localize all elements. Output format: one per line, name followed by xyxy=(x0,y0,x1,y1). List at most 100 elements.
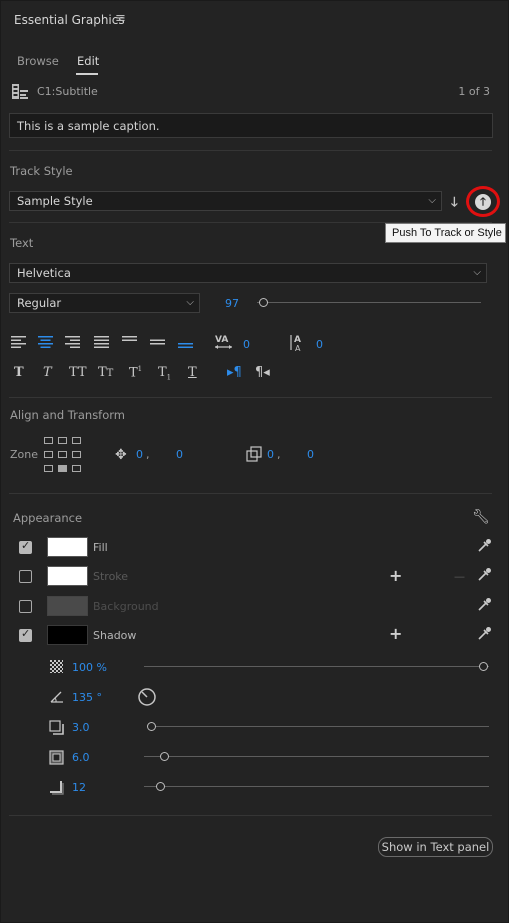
font-size-slider-knob[interactable] xyxy=(259,298,268,307)
subscript-icon[interactable]: T1 xyxy=(158,365,171,382)
angle-dial-icon[interactable] xyxy=(137,687,157,710)
fill-checkbox[interactable] xyxy=(19,539,32,554)
divider xyxy=(9,493,492,494)
tooltip: Push To Track or Style xyxy=(385,223,506,243)
zone-label: Zone xyxy=(10,448,39,461)
pull-from-style-icon[interactable]: 🡓 xyxy=(451,193,458,215)
shadow-blur-slider-knob[interactable] xyxy=(156,782,165,791)
shadow-angle-value[interactable]: 135 ° xyxy=(72,691,102,704)
eyedropper-icon[interactable] xyxy=(477,538,492,557)
shadow-blur-icon xyxy=(49,780,64,798)
tracking-icon: AA xyxy=(288,332,308,355)
scale-separator: , xyxy=(277,448,281,461)
shadow-size-slider-knob[interactable] xyxy=(160,752,169,761)
add-stroke-icon[interactable]: + xyxy=(389,566,402,585)
kerning-value[interactable]: 0 xyxy=(243,338,250,351)
align-right-icon[interactable] xyxy=(65,335,81,352)
align-top-icon[interactable] xyxy=(122,335,138,352)
zone-cell-selected[interactable] xyxy=(58,465,67,472)
font-family-select[interactable]: Helvetica ⌵ xyxy=(9,263,487,283)
align-left-icon[interactable] xyxy=(11,335,27,352)
position-x-value[interactable]: 0 xyxy=(136,448,143,461)
superscript-icon[interactable]: T1 xyxy=(129,365,142,380)
shadow-opacity-slider-knob[interactable] xyxy=(479,662,488,671)
divider xyxy=(9,397,492,398)
track-style-select[interactable]: Sample Style ⌵ xyxy=(9,191,442,211)
ltr-direction-icon[interactable]: ▸¶ xyxy=(227,365,242,380)
caption-counter: 1 of 3 xyxy=(458,85,490,98)
align-middle-icon[interactable] xyxy=(150,335,166,352)
all-caps-icon[interactable]: TT xyxy=(69,365,87,380)
tracking-value[interactable]: 0 xyxy=(316,338,323,351)
eyedropper-icon[interactable] xyxy=(477,626,492,645)
shadow-distance-slider[interactable] xyxy=(148,726,489,727)
justify-icon[interactable] xyxy=(94,335,110,352)
fill-color-swatch[interactable] xyxy=(47,537,88,557)
align-transform-heading: Align and Transform xyxy=(10,408,125,422)
shadow-opacity-value[interactable]: 100 % xyxy=(72,661,107,674)
zone-cell[interactable] xyxy=(72,465,81,472)
font-size-value[interactable]: 97 xyxy=(225,297,239,310)
shadow-checkbox[interactable] xyxy=(19,627,32,642)
shadow-size-value[interactable]: 6.0 xyxy=(72,751,90,764)
add-shadow-icon[interactable]: + xyxy=(389,624,402,643)
essential-graphics-panel: Essential Graphics ≡ Browse Edit C1:Subt… xyxy=(0,0,509,923)
font-style-select[interactable]: Regular ⌵ xyxy=(9,293,200,313)
underline-icon[interactable]: T xyxy=(188,365,197,380)
shadow-opacity-slider[interactable] xyxy=(144,666,489,667)
hamburger-menu-icon[interactable]: ≡ xyxy=(115,11,126,26)
chevron-down-icon: ⌵ xyxy=(473,267,481,278)
align-bottom-icon[interactable] xyxy=(178,335,194,352)
shadow-size-slider[interactable] xyxy=(144,756,489,757)
scale-x-value[interactable]: 0 xyxy=(267,448,274,461)
zone-cell[interactable] xyxy=(44,465,53,472)
zone-cell[interactable] xyxy=(58,437,67,444)
tab-edit[interactable]: Edit xyxy=(77,54,99,68)
font-style-value: Regular xyxy=(17,296,62,310)
small-caps-icon[interactable]: TT xyxy=(98,365,113,380)
position-y-value[interactable]: 0 xyxy=(176,448,183,461)
zone-grid[interactable] xyxy=(44,437,82,475)
wrench-icon[interactable]: 🔧︎ xyxy=(472,509,490,525)
shadow-label: Shadow xyxy=(93,629,137,642)
faux-italic-icon[interactable]: T xyxy=(43,365,52,380)
divider xyxy=(9,222,492,223)
background-checkbox[interactable] xyxy=(19,600,32,613)
align-center-icon[interactable] xyxy=(38,335,54,352)
fill-label: Fill xyxy=(93,541,108,554)
shadow-color-swatch[interactable] xyxy=(47,625,88,645)
stroke-width-dash: — xyxy=(454,570,465,583)
shadow-blur-slider[interactable] xyxy=(144,786,489,787)
zone-cell[interactable] xyxy=(72,437,81,444)
caption-text-field[interactable]: This is a sample caption. xyxy=(9,113,493,138)
caption-track-name: C1:Subtitle xyxy=(37,85,98,98)
scale-y-value[interactable]: 0 xyxy=(307,448,314,461)
zone-cell[interactable] xyxy=(44,451,53,458)
position-move-icon: ✥ xyxy=(115,447,127,463)
highlight-ring xyxy=(466,186,500,217)
stroke-color-swatch[interactable] xyxy=(47,566,88,586)
faux-bold-icon[interactable]: T xyxy=(14,365,24,380)
background-label: Background xyxy=(93,600,159,613)
chevron-down-icon: ⌵ xyxy=(428,195,436,206)
appearance-heading: Appearance xyxy=(13,511,83,525)
zone-cell[interactable] xyxy=(72,451,81,458)
shadow-distance-slider-knob[interactable] xyxy=(147,722,156,731)
font-size-slider[interactable] xyxy=(257,302,481,303)
rtl-direction-icon[interactable]: ¶◂ xyxy=(255,365,270,380)
background-color-swatch[interactable] xyxy=(47,596,88,616)
eyedropper-icon[interactable] xyxy=(477,567,492,586)
zone-cell[interactable] xyxy=(58,451,67,458)
svg-text:A: A xyxy=(295,344,301,352)
zone-cell[interactable] xyxy=(44,437,53,444)
caption-track-icon xyxy=(11,83,29,101)
show-in-text-panel-button[interactable]: Show in Text panel xyxy=(378,837,493,857)
opacity-icon xyxy=(50,660,63,676)
shadow-blur-value[interactable]: 12 xyxy=(72,781,86,794)
eyedropper-icon[interactable] xyxy=(477,597,492,616)
stroke-checkbox[interactable] xyxy=(19,570,32,583)
kerning-icon: VA xyxy=(214,333,234,354)
track-style-heading: Track Style xyxy=(10,164,73,178)
shadow-distance-value[interactable]: 3.0 xyxy=(72,721,90,734)
tab-browse[interactable]: Browse xyxy=(17,54,59,68)
